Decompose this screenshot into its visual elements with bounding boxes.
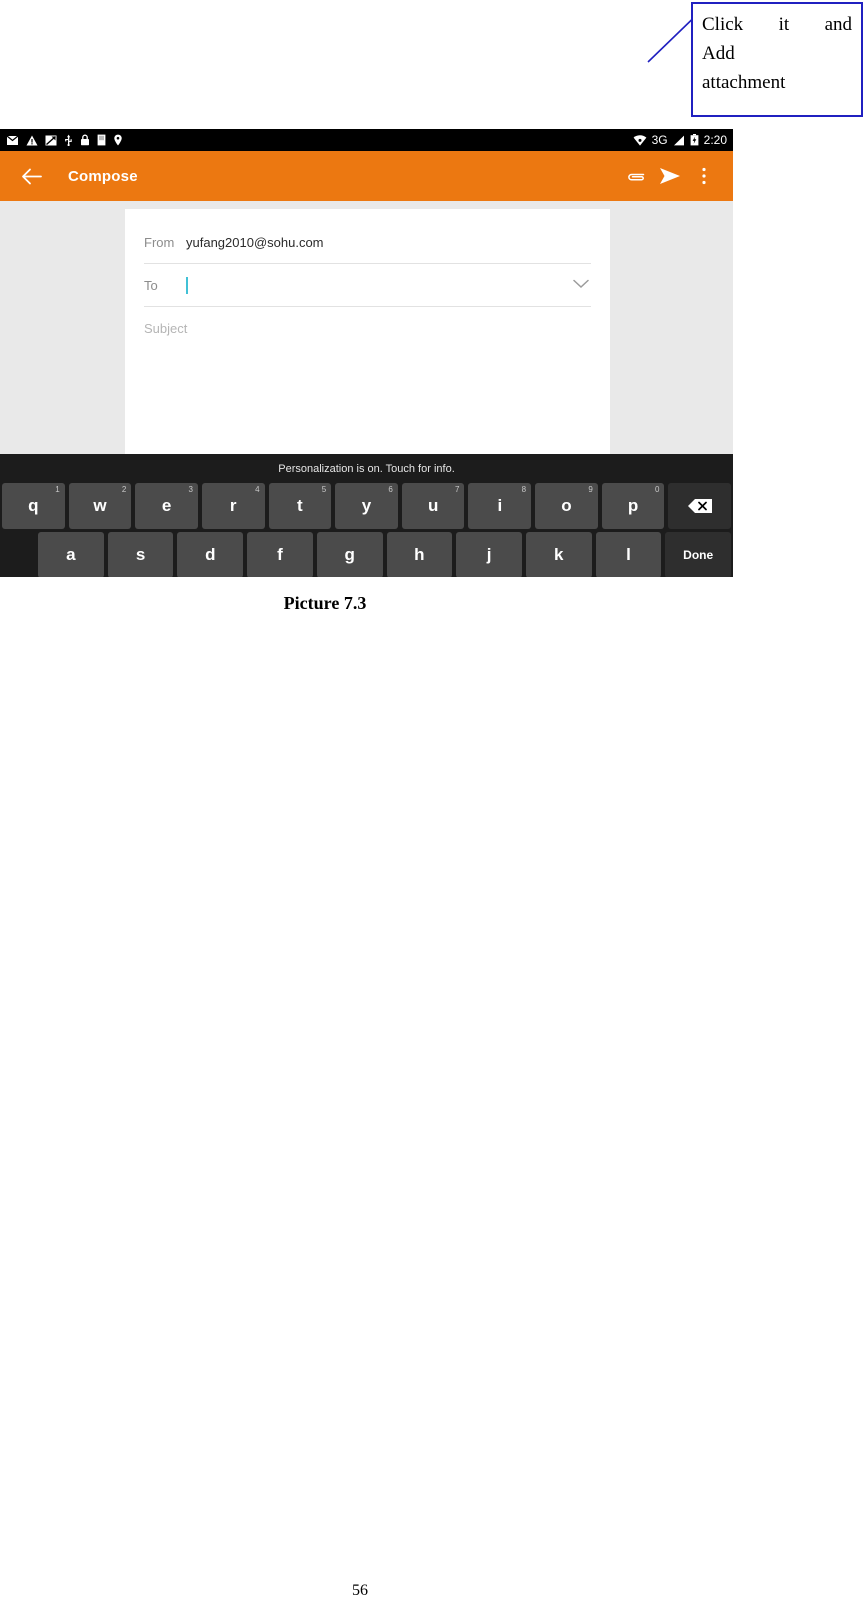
key-t[interactable]: 5t [268, 483, 332, 529]
key-e-number: 3 [188, 485, 193, 494]
compose-form-area: From yufang2010@sohu.com To Subject [0, 201, 733, 454]
to-input-caret [186, 276, 188, 294]
status-bar-left-icons [6, 134, 123, 146]
from-label: From [144, 234, 175, 250]
key-u-label: u [427, 496, 439, 515]
key-o-number: 9 [588, 485, 593, 494]
key-p[interactable]: 0p [601, 483, 665, 529]
wifi-icon [633, 134, 647, 146]
key-t-label: t [297, 496, 303, 515]
key-backspace[interactable] [668, 483, 732, 529]
compose-app-bar: Compose [0, 151, 733, 201]
lock-icon [80, 134, 90, 146]
key-a-label: a [66, 545, 76, 564]
page-title: Compose [68, 167, 138, 185]
key-r-label: r [229, 496, 237, 515]
key-y[interactable]: 6y [335, 483, 398, 529]
key-j-label: j [486, 545, 492, 564]
to-label: To [144, 277, 158, 293]
key-r[interactable]: 4r [201, 483, 265, 529]
row2-left-pad [2, 532, 34, 577]
key-l-label: l [626, 545, 631, 564]
key-e[interactable]: 3e [135, 483, 198, 529]
backspace-icon [687, 499, 712, 513]
on-screen-keyboard: Personalization is on. Touch for info. 1… [0, 454, 733, 577]
status-bar-clock: 2:20 [703, 133, 727, 147]
key-a[interactable]: a [38, 532, 104, 577]
key-q-number: 1 [55, 485, 60, 494]
subject-placeholder: Subject [144, 320, 188, 336]
key-i-number: 8 [521, 485, 527, 494]
location-icon [113, 134, 123, 146]
keyboard-personalization-hint[interactable]: Personalization is on. Touch for info. [0, 458, 733, 480]
key-j[interactable]: j [456, 532, 522, 577]
from-field-row[interactable]: From yufang2010@sohu.com [144, 221, 591, 264]
page-number: 56 [352, 1582, 368, 1599]
attach-button[interactable] [619, 159, 653, 193]
key-d[interactable]: d [177, 532, 244, 577]
keyboard-row-2: a s d f g h j k l Done [0, 532, 733, 577]
key-w[interactable]: 2w [68, 483, 132, 529]
to-field-row[interactable]: To [144, 264, 591, 307]
key-u-number: 7 [455, 485, 460, 494]
from-value: yufang2010@sohu.com [186, 234, 324, 250]
status-bar-right-icons: 3G 2:20 [633, 133, 727, 147]
key-s[interactable]: s [107, 532, 174, 577]
usb-icon [64, 134, 73, 146]
screenshot-icon [45, 135, 57, 146]
back-button[interactable] [14, 159, 48, 193]
key-i-label: i [497, 496, 503, 515]
key-h[interactable]: h [386, 532, 453, 577]
key-h-label: h [414, 545, 425, 564]
network-type-label: 3G [651, 133, 668, 147]
overflow-menu-button[interactable] [687, 159, 721, 193]
key-s-label: s [135, 545, 146, 564]
key-o-label: o [561, 496, 572, 515]
key-o[interactable]: 9o [535, 483, 598, 529]
key-f[interactable]: f [247, 532, 313, 577]
warning-icon [26, 135, 38, 146]
battery-icon [690, 134, 699, 146]
key-q-label: q [28, 496, 39, 515]
key-d-label: d [205, 545, 216, 564]
status-bar: 3G 2:20 [0, 129, 733, 151]
key-w-label: w [93, 496, 107, 515]
more-vertical-icon [702, 167, 706, 185]
key-g-label: g [344, 545, 355, 564]
subject-field-row[interactable]: Subject [144, 307, 591, 349]
key-e-label: e [161, 496, 172, 515]
signal-icon [673, 135, 685, 146]
sim-card-icon [97, 134, 106, 146]
key-done-label: Done [683, 548, 714, 562]
mail-icon [6, 135, 19, 146]
key-w-number: 2 [121, 485, 127, 494]
key-p-label: p [627, 496, 639, 515]
key-r-number: 4 [255, 485, 260, 494]
figure-caption: Picture 7.3 [283, 593, 367, 613]
callout-annotation-box: Click it and Add attachment [691, 2, 863, 117]
send-button[interactable] [653, 159, 687, 193]
key-y-label: y [361, 496, 372, 515]
key-u[interactable]: 7u [401, 483, 465, 529]
callout-line-1: Click it and [702, 14, 852, 35]
callout-line-3: attachment [702, 72, 786, 93]
key-done[interactable]: Done [665, 532, 732, 577]
key-y-number: 6 [388, 485, 393, 494]
callout-line-2: Add [702, 43, 735, 64]
android-device-screenshot: 3G 2:20 Compose From yufang2010@sohu.com… [0, 129, 733, 577]
send-icon [660, 168, 680, 184]
key-k-label: k [554, 545, 564, 564]
compose-card: From yufang2010@sohu.com To Subject [125, 209, 610, 454]
key-q[interactable]: 1q [2, 483, 65, 529]
chevron-down-icon[interactable] [573, 276, 589, 294]
key-f-label: f [277, 545, 283, 564]
key-i[interactable]: 8i [468, 483, 532, 529]
keyboard-row-1: 1q 2w 3e 4r 5t 6y 7u 8i 9o 0p [0, 483, 733, 529]
key-k[interactable]: k [525, 532, 592, 577]
key-p-number: 0 [654, 485, 660, 494]
paperclip-icon [628, 173, 645, 181]
key-t-number: 5 [321, 485, 327, 494]
key-l[interactable]: l [595, 532, 662, 577]
key-g[interactable]: g [316, 532, 383, 577]
